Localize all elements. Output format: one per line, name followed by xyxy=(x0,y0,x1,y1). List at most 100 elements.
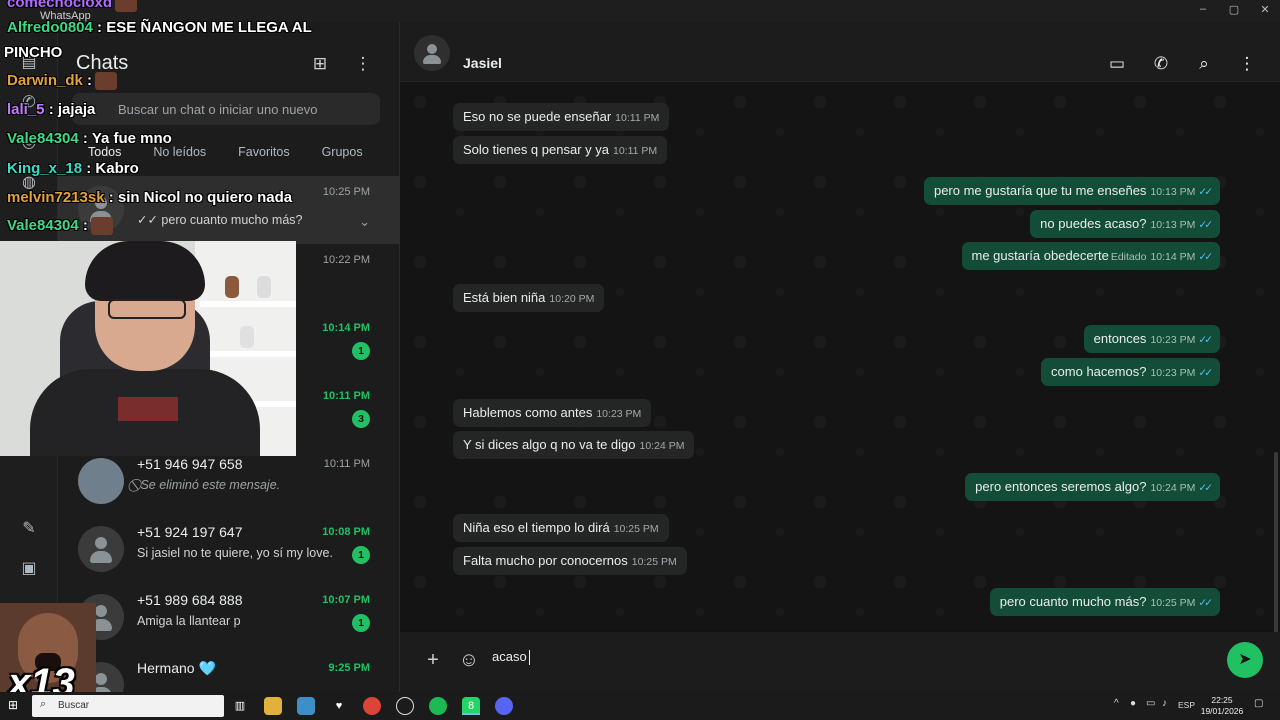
menu-icon[interactable]: ⋮ xyxy=(1235,52,1259,76)
emote-icon xyxy=(95,72,118,91)
message-incoming[interactable]: Niña eso el tiempo lo dirá 10:25 PM xyxy=(453,514,669,542)
message-input-text: acaso xyxy=(492,649,527,664)
message-outgoing[interactable]: pero me gustaría que tu me enseñes 10:13 … xyxy=(923,177,1220,205)
stream-chat-line: Vale84304 : xyxy=(7,217,113,236)
attach-icon[interactable]: + xyxy=(421,648,445,672)
network-icon[interactable]: ▭ xyxy=(1146,698,1155,709)
close-button[interactable]: ✕ xyxy=(1250,3,1280,19)
obs-icon[interactable] xyxy=(396,697,414,715)
chat-time: 9:25 PM xyxy=(328,662,370,674)
minimize-button[interactable]: – xyxy=(1188,3,1218,19)
emoji-sticker-icon[interactable]: ☺ xyxy=(457,648,481,672)
message-incoming[interactable]: Eso no se puede enseñar 10:11 PM xyxy=(453,103,670,131)
maximize-button[interactable]: ▢ xyxy=(1219,3,1249,19)
file-explorer-icon[interactable] xyxy=(264,697,282,715)
message-time: 10:25 PM xyxy=(1150,597,1196,609)
message-text: pero entonces seremos algo? xyxy=(975,479,1147,494)
whatsapp-taskbar-icon[interactable]: 8 xyxy=(462,697,480,715)
microphone-icon[interactable]: ● xyxy=(1130,698,1136,709)
message-incoming[interactable]: Hablemos como antes 10:23 PM xyxy=(453,399,652,427)
notifications-icon[interactable]: ▢ xyxy=(1254,698,1263,709)
chat-list-item[interactable]: +51 924 197 647 Si jasiel no te quiere, … xyxy=(58,516,400,584)
chat-list-item[interactable]: +51 989 684 888 Amiga la llantear p 10:0… xyxy=(58,584,400,652)
message-outgoing[interactable]: no puedes acaso? 10:13 PM ✓✓ xyxy=(1030,210,1220,238)
stream-chat-user: Alfredo0804 xyxy=(7,19,93,36)
task-view-icon[interactable]: ▥ xyxy=(231,697,249,715)
message-text: Solo tienes q pensar y ya xyxy=(463,142,609,157)
windows-start-icon[interactable]: ⊞ xyxy=(8,698,22,712)
search-icon: ⌕ xyxy=(40,698,47,710)
chat-time: 10:22 PM xyxy=(322,254,370,266)
conversation-header[interactable]: Jasiel ▭ ✆ ⌕ ⋮ xyxy=(400,22,1280,82)
starred-messages-icon[interactable]: ✎ xyxy=(18,518,40,540)
taskbar: ⊞ ⌕ Buscar ▥ ♥ 8 ^ ● ▭ ♪ ESP 22:25 19/01… xyxy=(0,692,1280,720)
app-icon[interactable]: ♥ xyxy=(330,697,348,715)
system-clock[interactable]: 22:25 19/01/2026 xyxy=(1196,695,1248,717)
stream-chat-text: Ya fue mno xyxy=(91,130,172,147)
video-call-icon[interactable]: ▭ xyxy=(1105,52,1129,76)
chat-time: 10:11 PM xyxy=(322,390,370,402)
unread-badge: 1 xyxy=(352,546,370,564)
stream-chat-line: Alfredo0804 : ESE ÑANGON ME LLEGA AL xyxy=(7,19,312,36)
message-time: 10:20 PM xyxy=(549,293,595,305)
message-time: 10:25 PM xyxy=(613,523,659,535)
tray-chevron-icon[interactable]: ^ xyxy=(1114,698,1119,709)
message-incoming[interactable]: Solo tienes q pensar y ya 10:11 PM xyxy=(453,136,668,164)
message-time: 10:24 PM xyxy=(639,440,685,452)
read-receipt-icon: ✓✓ xyxy=(1198,219,1213,231)
message-text: como hacemos? xyxy=(1051,364,1147,379)
stream-chat-text: PINCHO xyxy=(4,44,63,61)
chevron-down-icon[interactable]: ⌄ xyxy=(359,214,370,230)
media-gallery-icon[interactable]: ▣ xyxy=(18,558,40,580)
chat-time: 10:11 PM xyxy=(323,458,370,470)
message-incoming[interactable]: Está bien niña 10:20 PM xyxy=(453,284,605,312)
chat-name: Hermano 🩵 xyxy=(137,660,216,676)
chat-time: 10:14 PM xyxy=(322,322,370,334)
taskbar-search[interactable]: ⌕ Buscar xyxy=(32,695,224,717)
unread-badge: 1 xyxy=(352,614,370,632)
screen: WhatsApp – ▢ ✕ ▤ ✆ ◎ ◍ ✎ ▣ Chats ⊞ ⋮ ⌕ B… xyxy=(0,0,1280,720)
edited-label: Editado xyxy=(1110,251,1147,263)
message-input[interactable]: acaso xyxy=(492,649,1192,673)
send-button[interactable]: ➤ xyxy=(1227,642,1263,678)
message-time: 10:23 PM xyxy=(1150,334,1196,346)
message-text: Niña eso el tiempo lo dirá xyxy=(463,520,610,535)
message-time: 10:11 PM xyxy=(612,145,658,157)
message-text: Hablemos como antes xyxy=(463,405,593,420)
message-outgoing[interactable]: pero entonces seremos algo? 10:24 PM ✓✓ xyxy=(965,473,1220,501)
message-outgoing[interactable]: me gustaría obedecerte Editado 10:14 PM ✓✓ xyxy=(961,242,1220,270)
spotify-icon[interactable] xyxy=(429,697,447,715)
chat-list-item[interactable]: Hermano 🩵 9:25 PM xyxy=(58,652,400,692)
stream-chat-overlay: comecnocloxd Alfredo0804 : ESE ÑANGON ME… xyxy=(0,0,330,240)
stream-chat-line: melvin7213sk : sin Nicol no quiero nada xyxy=(7,189,293,206)
message-time: 10:25 PM xyxy=(631,556,677,568)
message-incoming[interactable]: Falta mucho por conocernos 10:25 PM xyxy=(453,547,687,575)
message-text: me gustaría obedecerte xyxy=(971,248,1109,263)
language-indicator[interactable]: ESP xyxy=(1178,700,1195,710)
stream-chat-user: lali_5 xyxy=(7,101,45,118)
volume-icon[interactable]: ♪ xyxy=(1162,698,1167,709)
message-outgoing[interactable]: entonces 10:23 PM ✓✓ xyxy=(1083,325,1220,353)
discord-icon[interactable] xyxy=(495,697,513,715)
message-outgoing[interactable]: pero cuanto mucho más? 10:25 PM ✓✓ xyxy=(989,588,1220,616)
message-incoming[interactable]: Y si dices algo q no va te digo 10:24 PM xyxy=(453,431,695,459)
contact-avatar[interactable] xyxy=(414,35,450,71)
chat-list-item[interactable]: +51 946 947 658 ⃠ Se eliminó este mensaj… xyxy=(58,448,400,516)
reaction-count: x13 xyxy=(8,661,75,692)
read-receipt-icon: ✓✓ xyxy=(1198,251,1213,263)
menu-icon[interactable]: ⋮ xyxy=(351,52,375,76)
read-receipt-icon: ✓✓ xyxy=(1198,597,1213,609)
contact-name[interactable]: Jasiel xyxy=(463,55,502,71)
chrome-icon[interactable] xyxy=(363,697,381,715)
message-text: pero cuanto mucho más? xyxy=(999,594,1147,609)
chat-name: +51 924 197 647 xyxy=(137,524,243,540)
chat-preview: ⃠ Se eliminó este mensaje. xyxy=(137,478,281,492)
message-outgoing[interactable]: como hacemos? 10:23 PM ✓✓ xyxy=(1041,358,1220,386)
message-text: Eso no se puede enseñar xyxy=(463,109,612,124)
voice-call-icon[interactable]: ✆ xyxy=(1149,52,1173,76)
webcam-feed xyxy=(0,241,296,456)
notepad-icon[interactable] xyxy=(297,697,315,715)
chat-time: 10:08 PM xyxy=(322,526,370,538)
search-icon[interactable]: ⌕ xyxy=(1192,52,1216,76)
message-time: 10:13 PM xyxy=(1150,186,1196,198)
